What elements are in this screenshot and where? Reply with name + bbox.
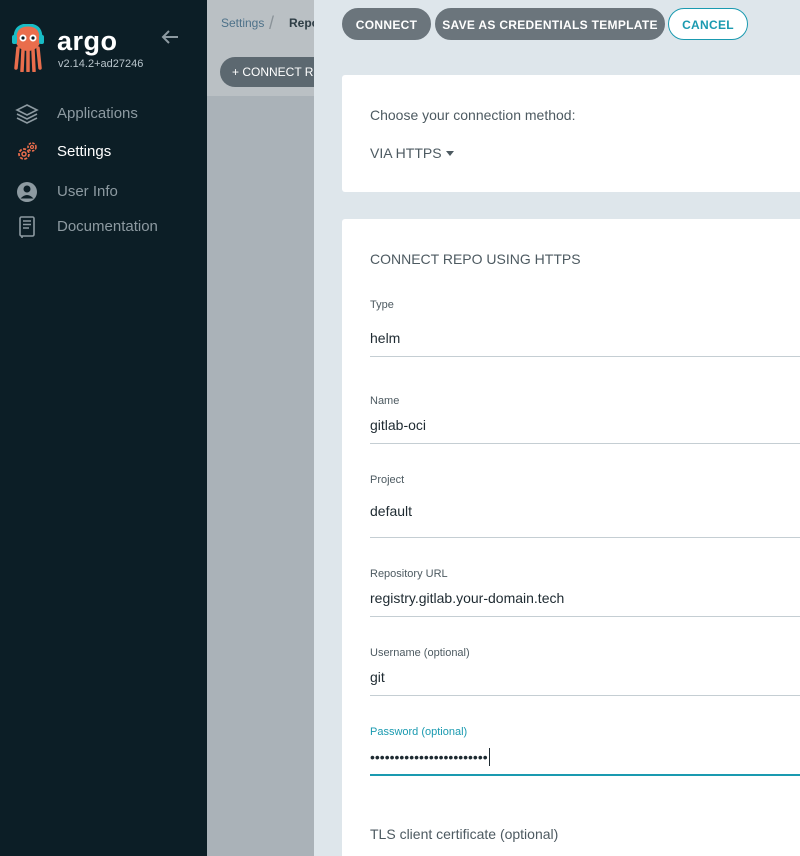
version-label: v2.14.2+ad27246 [58, 58, 144, 70]
repository-url-underline [370, 616, 800, 617]
brand-name: argo [57, 26, 118, 56]
sidebar-item-documentation[interactable]: Documentation [0, 211, 207, 245]
connect-repo-form-card: CONNECT REPO USING HTTPS Type helm Name … [342, 219, 800, 856]
sidebar-item-label: Settings [57, 143, 112, 160]
sidebar-item-label: User Info [57, 183, 118, 200]
breadcrumb-settings[interactable]: Settings [221, 16, 264, 30]
password-underline [370, 774, 800, 776]
name-underline [370, 443, 800, 444]
sidebar-item-label: Documentation [57, 218, 158, 235]
breadcrumb-repositories: Repositories [289, 16, 314, 30]
repository-url-label: Repository URL [370, 568, 448, 580]
sidebar-item-applications[interactable]: Applications [0, 98, 207, 132]
password-field[interactable]: Password (optional) ••••••••••••••••••••… [370, 726, 800, 778]
project-label: Project [370, 474, 405, 486]
repository-url-field[interactable]: Repository URL registry.gitlab.your-doma… [370, 568, 800, 618]
text-cursor [488, 748, 490, 766]
name-input[interactable]: gitlab-oci [370, 417, 426, 433]
sidebar: argo v2.14.2+ad27246 Applications Settin… [0, 0, 207, 856]
username-label: Username (optional) [370, 647, 470, 659]
user-icon [17, 182, 37, 202]
username-underline [370, 695, 800, 696]
background-page: Settings / Repositories + CONNECT REPO [207, 0, 339, 856]
collapse-arrow-icon[interactable] [159, 26, 181, 48]
repository-url-input[interactable]: registry.gitlab.your-domain.tech [370, 590, 564, 606]
layers-icon [15, 104, 39, 124]
sidebar-item-label: Applications [57, 105, 138, 122]
password-label: Password (optional) [370, 726, 468, 738]
argo-logo[interactable] [10, 24, 46, 72]
sidebar-item-settings[interactable]: Settings [0, 136, 207, 170]
type-value[interactable]: helm [370, 330, 400, 346]
username-input[interactable]: git [370, 669, 385, 685]
breadcrumb-separator: / [269, 13, 275, 33]
caret-down-icon [445, 151, 454, 156]
gears-icon [18, 142, 37, 160]
book-icon [19, 216, 35, 238]
type-label: Type [370, 299, 394, 311]
type-field[interactable]: Type helm [370, 299, 800, 357]
project-field[interactable]: Project default [370, 474, 800, 539]
username-field[interactable]: Username (optional) git [370, 647, 800, 697]
type-underline [370, 356, 800, 357]
sidebar-item-user-info[interactable]: User Info [0, 176, 207, 210]
connect-button[interactable]: CONNECT [342, 8, 431, 40]
password-input[interactable]: •••••••••••••••••••••••• [370, 748, 490, 766]
name-field[interactable]: Name gitlab-oci [370, 395, 800, 445]
name-label: Name [370, 395, 400, 407]
project-value[interactable]: default [370, 503, 412, 519]
connection-method-prompt: Choose your connection method: [370, 107, 576, 123]
cancel-button[interactable]: CANCEL [668, 8, 748, 40]
save-credentials-template-button[interactable]: SAVE AS CREDENTIALS TEMPLATE [435, 8, 665, 40]
connection-method-card: Choose your connection method: VIA HTTPS [342, 75, 800, 192]
connect-repo-panel: CONNECT SAVE AS CREDENTIALS TEMPLATE CAN… [314, 0, 800, 856]
tls-client-certificate-label: TLS client certificate (optional) [370, 826, 559, 842]
connection-method-dropdown[interactable]: VIA HTTPS [370, 145, 454, 161]
page-header: Settings / Repositories + CONNECT REPO [207, 0, 339, 96]
form-title: CONNECT REPO USING HTTPS [370, 251, 581, 267]
project-underline [370, 537, 800, 538]
password-masked-value: •••••••••••••••••••••••• [370, 749, 488, 765]
connection-method-value: VIA HTTPS [370, 145, 442, 161]
